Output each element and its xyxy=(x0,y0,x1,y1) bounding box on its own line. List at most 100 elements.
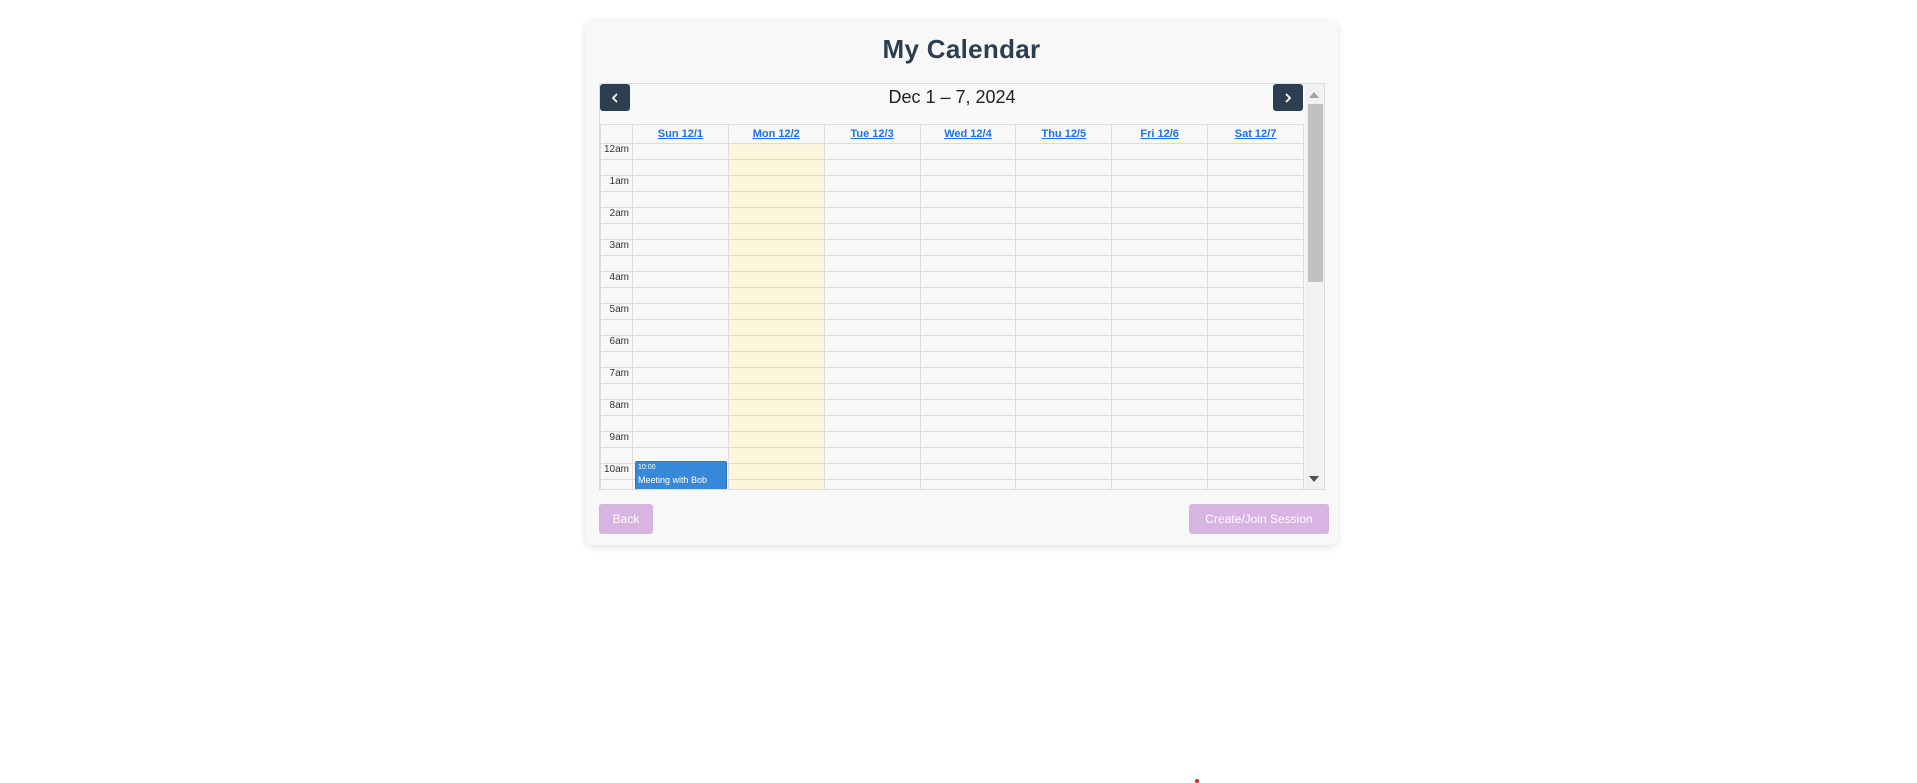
time-slot-cell[interactable] xyxy=(727,303,825,320)
time-slot-cell[interactable] xyxy=(1015,159,1113,176)
day-header[interactable]: Fri 12/6 xyxy=(1111,124,1209,144)
time-slot-cell[interactable] xyxy=(727,351,825,368)
time-slot-cell[interactable] xyxy=(632,367,729,384)
time-slot-cell[interactable] xyxy=(1015,479,1113,489)
time-slot-cell[interactable] xyxy=(727,335,825,352)
time-slot-cell[interactable] xyxy=(823,271,921,288)
time-slot-cell[interactable] xyxy=(1015,143,1113,160)
time-slot-cell[interactable] xyxy=(1207,191,1304,208)
week-grid[interactable]: Sun 12/1 Mon 12/2 Tue 12/3 Wed 12/4 Thu 12/5… xyxy=(600,124,1304,489)
time-slot-cell[interactable] xyxy=(823,399,921,416)
day-header[interactable]: Tue 12/3 xyxy=(823,124,921,144)
day-header[interactable]: Thu 12/5 xyxy=(1015,124,1113,144)
back-button[interactable]: Back xyxy=(599,504,653,534)
time-slot-cell[interactable] xyxy=(1015,271,1113,288)
time-slot-cell[interactable] xyxy=(727,255,825,272)
time-slot-cell[interactable] xyxy=(727,383,825,400)
time-slot-cell[interactable] xyxy=(632,303,729,320)
time-slot-cell[interactable] xyxy=(823,383,921,400)
time-slot-cell[interactable] xyxy=(1207,431,1304,448)
time-slot-cell[interactable] xyxy=(1015,287,1113,304)
time-slot-cell[interactable] xyxy=(1207,319,1304,336)
time-slot-cell[interactable] xyxy=(1111,143,1209,160)
time-slot-cell[interactable] xyxy=(919,383,1017,400)
time-slot-cell[interactable] xyxy=(1015,335,1113,352)
time-slot-cell[interactable] xyxy=(919,351,1017,368)
time-slot-cell[interactable] xyxy=(727,175,825,192)
time-slot-cell[interactable] xyxy=(632,319,729,336)
time-slot-cell[interactable] xyxy=(1207,383,1304,400)
time-slot-cell[interactable] xyxy=(1111,367,1209,384)
time-slot-cell[interactable] xyxy=(727,367,825,384)
time-slot-cell[interactable] xyxy=(1111,319,1209,336)
day-header-link[interactable]: Thu 12/5 xyxy=(1041,128,1086,140)
time-slot-cell[interactable] xyxy=(823,191,921,208)
time-slot-cell[interactable] xyxy=(823,431,921,448)
day-header-link[interactable]: Wed 12/4 xyxy=(944,128,992,140)
time-slot-cell[interactable] xyxy=(632,415,729,432)
day-header-link[interactable]: Fri 12/6 xyxy=(1140,128,1179,140)
time-slot-cell[interactable] xyxy=(1207,335,1304,352)
day-header-link[interactable]: Sat 12/7 xyxy=(1235,128,1277,140)
time-slot-cell[interactable] xyxy=(727,239,825,256)
day-header-link[interactable]: Sun 12/1 xyxy=(658,128,703,140)
time-slot-cell[interactable] xyxy=(1111,255,1209,272)
time-slot-cell[interactable] xyxy=(1015,303,1113,320)
time-slot-cell[interactable] xyxy=(727,143,825,160)
time-slot-cell[interactable] xyxy=(727,319,825,336)
time-slot-cell[interactable] xyxy=(823,319,921,336)
scroll-up-arrow-icon[interactable] xyxy=(1309,92,1319,98)
time-slot-cell[interactable] xyxy=(1207,239,1304,256)
time-slot-cell[interactable] xyxy=(823,239,921,256)
day-header[interactable]: Sat 12/7 xyxy=(1207,124,1304,144)
time-slot-cell[interactable] xyxy=(1015,383,1113,400)
time-slot-cell[interactable] xyxy=(1111,303,1209,320)
time-slot-cell[interactable] xyxy=(1015,415,1113,432)
time-slot-cell[interactable] xyxy=(1207,447,1304,464)
time-slot-cell[interactable] xyxy=(632,399,729,416)
time-slot-cell[interactable] xyxy=(919,447,1017,464)
time-slot-cell[interactable] xyxy=(919,335,1017,352)
time-slot-cell[interactable] xyxy=(632,287,729,304)
time-slot-cell[interactable] xyxy=(727,463,825,480)
time-slot-cell[interactable] xyxy=(632,431,729,448)
time-slot-cell[interactable] xyxy=(1111,383,1209,400)
time-slot-cell[interactable] xyxy=(919,399,1017,416)
time-slot-cell[interactable] xyxy=(1111,447,1209,464)
time-slot-cell[interactable] xyxy=(1015,223,1113,240)
time-slot-cell[interactable] xyxy=(919,239,1017,256)
time-slot-cell[interactable] xyxy=(919,159,1017,176)
time-slot-cell[interactable] xyxy=(727,159,825,176)
time-slot-cell[interactable] xyxy=(632,239,729,256)
time-slot-cell[interactable] xyxy=(823,159,921,176)
time-slot-cell[interactable] xyxy=(823,447,921,464)
time-slot-cell[interactable] xyxy=(1015,351,1113,368)
time-slot-cell[interactable] xyxy=(919,431,1017,448)
next-week-button[interactable] xyxy=(1273,84,1303,111)
time-slot-cell[interactable] xyxy=(727,223,825,240)
time-slot-cell[interactable] xyxy=(727,431,825,448)
time-slot-cell[interactable] xyxy=(632,255,729,272)
time-slot-cell[interactable] xyxy=(1111,191,1209,208)
time-slot-cell[interactable] xyxy=(727,415,825,432)
time-slot-cell[interactable] xyxy=(727,447,825,464)
time-slot-cell[interactable] xyxy=(632,175,729,192)
time-slot-cell[interactable] xyxy=(919,191,1017,208)
time-slot-cell[interactable] xyxy=(1207,271,1304,288)
time-slot-cell[interactable] xyxy=(823,175,921,192)
time-slot-cell[interactable] xyxy=(823,287,921,304)
time-slot-cell[interactable] xyxy=(919,463,1017,480)
time-slot-cell[interactable] xyxy=(1111,239,1209,256)
time-slot-cell[interactable] xyxy=(919,303,1017,320)
time-slot-cell[interactable] xyxy=(1111,335,1209,352)
time-slot-cell[interactable] xyxy=(823,255,921,272)
time-slot-cell[interactable] xyxy=(1207,415,1304,432)
day-header[interactable]: Wed 12/4 xyxy=(919,124,1017,144)
time-slot-cell[interactable] xyxy=(919,207,1017,224)
time-slot-cell[interactable] xyxy=(1015,463,1113,480)
time-slot-cell[interactable] xyxy=(823,303,921,320)
time-slot-cell[interactable] xyxy=(1111,351,1209,368)
time-slot-cell[interactable] xyxy=(823,351,921,368)
scroll-down-arrow-icon[interactable] xyxy=(1309,476,1319,482)
time-slot-cell[interactable] xyxy=(1015,255,1113,272)
